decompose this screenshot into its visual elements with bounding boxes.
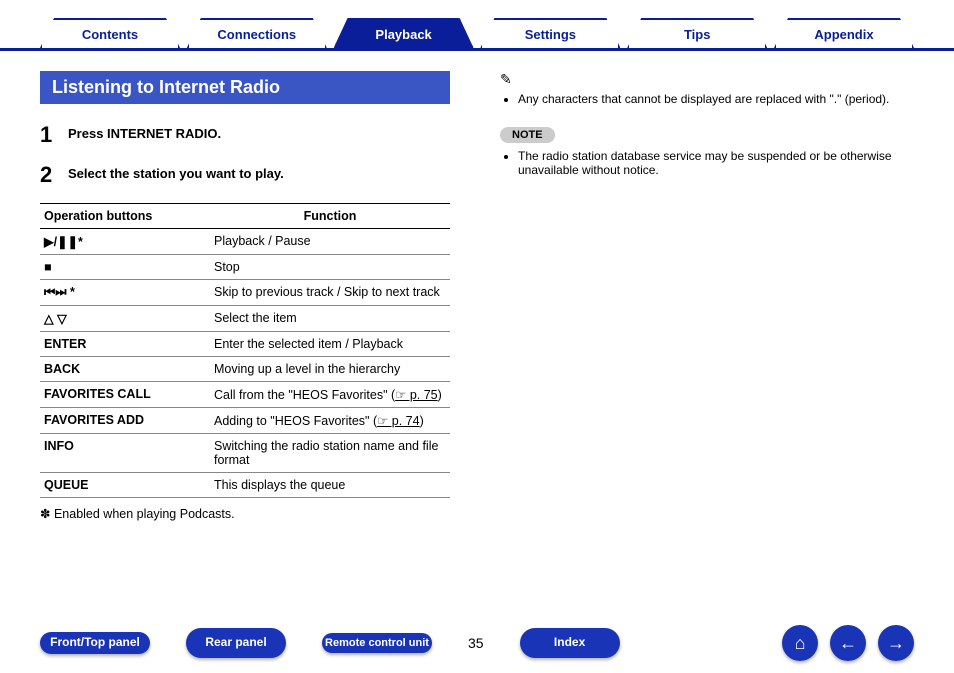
function-cell: Enter the selected item / Playback xyxy=(210,332,450,357)
footer-front-top-panel[interactable]: Front/Top panel xyxy=(40,632,150,654)
asterisk: * xyxy=(78,235,83,249)
tab-contents[interactable]: Contents xyxy=(40,18,180,48)
page-link-75[interactable]: ☞ p. 75 xyxy=(395,388,437,402)
function-cell: Skip to previous track / Skip to next tr… xyxy=(210,280,450,306)
table-header-buttons: Operation buttons xyxy=(40,204,210,229)
tab-settings[interactable]: Settings xyxy=(480,18,620,48)
up-down-icon: △ ▽ xyxy=(44,312,67,326)
notes-bottom: The radio station database service may b… xyxy=(500,149,914,177)
note-item: Any characters that cannot be displayed … xyxy=(518,92,914,106)
step-number: 1 xyxy=(40,122,68,148)
step-1: 1 Press INTERNET RADIO. xyxy=(40,122,450,148)
top-nav: Contents Connections Playback Settings T… xyxy=(0,0,954,51)
function-cell: Playback / Pause xyxy=(210,229,450,255)
section-title: Listening to Internet Radio xyxy=(40,71,450,104)
function-cell: Stop xyxy=(210,255,450,280)
tab-appendix[interactable]: Appendix xyxy=(774,18,914,48)
footer-rear-panel[interactable]: Rear panel xyxy=(186,628,286,658)
button-label: INFO xyxy=(40,434,210,473)
asterisk: * xyxy=(67,285,75,299)
function-cell: Adding to "HEOS Favorites" (☞ p. 74) xyxy=(210,408,450,434)
page-link-74[interactable]: ☞ p. 74 xyxy=(377,414,419,428)
step-text: Press INTERNET RADIO. xyxy=(68,122,221,141)
arrow-left-icon: ← xyxy=(839,633,857,654)
button-label: BACK xyxy=(40,357,210,382)
table-row: △ ▽ Select the item xyxy=(40,306,450,332)
next-page-button[interactable]: → xyxy=(878,625,914,661)
steps-list: 1 Press INTERNET RADIO. 2 Select the sta… xyxy=(40,122,450,188)
step-number: 2 xyxy=(40,162,68,188)
tab-connections[interactable]: Connections xyxy=(187,18,327,48)
table-row: ENTER Enter the selected item / Playback xyxy=(40,332,450,357)
table-row: FAVORITES ADD Adding to "HEOS Favorites"… xyxy=(40,408,450,434)
button-label: FAVORITES CALL xyxy=(40,382,210,408)
page-number: 35 xyxy=(468,635,484,651)
stop-icon: ■ xyxy=(44,260,52,274)
function-cell: Switching the radio station name and fil… xyxy=(210,434,450,473)
play-pause-icon: ▶/❚❚ xyxy=(44,235,78,249)
function-cell: Call from the "HEOS Favorites" (☞ p. 75) xyxy=(210,382,450,408)
operations-table: Operation buttons Function ▶/❚❚* Playbac… xyxy=(40,203,450,498)
table-header-function: Function xyxy=(210,204,450,229)
skip-prev-next-icon: ⏮⏭ xyxy=(44,285,67,299)
pencil-icon: ✎ xyxy=(500,71,914,88)
step-2: 2 Select the station you want to play. xyxy=(40,162,450,188)
prev-page-button[interactable]: ← xyxy=(830,625,866,661)
right-column: ✎ Any characters that cannot be displaye… xyxy=(500,71,914,521)
table-row: BACK Moving up a level in the hierarchy xyxy=(40,357,450,382)
button-label: FAVORITES ADD xyxy=(40,408,210,434)
footer-index[interactable]: Index xyxy=(520,628,620,658)
main-content: Listening to Internet Radio 1 Press INTE… xyxy=(0,51,954,521)
button-label: ENTER xyxy=(40,332,210,357)
function-cell: Moving up a level in the hierarchy xyxy=(210,357,450,382)
table-row: ⏮⏭ * Skip to previous track / Skip to ne… xyxy=(40,280,450,306)
home-icon: ⌂ xyxy=(795,633,806,654)
table-row: FAVORITES CALL Call from the "HEOS Favor… xyxy=(40,382,450,408)
notes-top: Any characters that cannot be displayed … xyxy=(500,92,914,106)
left-column: Listening to Internet Radio 1 Press INTE… xyxy=(40,71,450,521)
function-cell: Select the item xyxy=(210,306,450,332)
note-badge: NOTE xyxy=(500,127,555,143)
footer-remote-control[interactable]: Remote control unit xyxy=(322,633,432,654)
table-footnote: ✽ Enabled when playing Podcasts. xyxy=(40,506,450,521)
home-button[interactable]: ⌂ xyxy=(782,625,818,661)
tab-tips[interactable]: Tips xyxy=(627,18,767,48)
table-row: INFO Switching the radio station name an… xyxy=(40,434,450,473)
note-item: The radio station database service may b… xyxy=(518,149,914,177)
function-cell: This displays the queue xyxy=(210,473,450,498)
table-row: ■ Stop xyxy=(40,255,450,280)
step-text: Select the station you want to play. xyxy=(68,162,284,181)
footer: Front/Top panel Rear panel Remote contro… xyxy=(0,625,954,661)
tab-playback[interactable]: Playback xyxy=(334,18,474,48)
table-row: QUEUE This displays the queue xyxy=(40,473,450,498)
arrow-right-icon: → xyxy=(887,633,905,654)
button-label: QUEUE xyxy=(40,473,210,498)
table-row: ▶/❚❚* Playback / Pause xyxy=(40,229,450,255)
footer-nav-buttons: ⌂ ← → xyxy=(782,625,914,661)
